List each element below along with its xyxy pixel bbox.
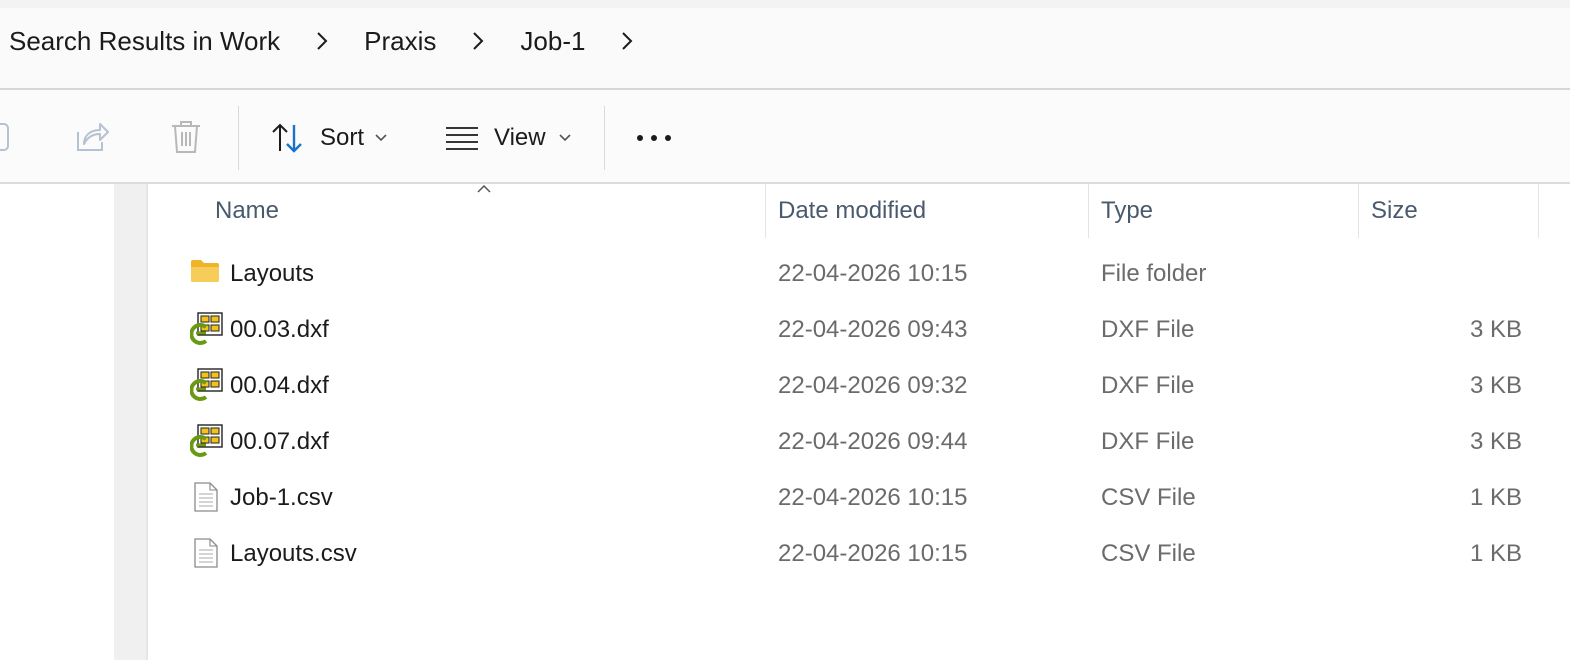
folder-icon (190, 258, 220, 291)
sort-button[interactable]: Sort (270, 112, 388, 164)
file-size: 1 KB (1469, 484, 1522, 511)
chevron-right-icon[interactable] (585, 30, 669, 52)
table-row[interactable]: Layouts 22-04-2026 10:15 File folder (148, 246, 1570, 302)
file-size: 3 KB (1469, 428, 1522, 455)
view-icon (444, 124, 480, 152)
table-row[interactable]: Layouts.csv 22-04-2026 10:15 CSV File 1 … (148, 526, 1570, 582)
chevron-down-icon (374, 133, 388, 143)
column-header-name[interactable]: Name (215, 184, 279, 238)
more-icon (632, 132, 676, 144)
file-name: Layouts (230, 260, 315, 287)
toolbar-separator (238, 106, 239, 170)
file-date: 22-04-2026 10:15 (778, 484, 968, 511)
table-row[interactable]: 00.03.dxf 22-04-2026 09:43 DXF File 3 KB (148, 302, 1570, 358)
file-type: DXF File (1101, 316, 1195, 343)
column-resize-handle[interactable] (1538, 184, 1539, 238)
column-header-date[interactable]: Date modified (778, 184, 926, 238)
view-label: View (494, 124, 546, 151)
breadcrumb-item-search-results[interactable]: Search Results in Work (0, 26, 280, 57)
table-row[interactable]: 00.04.dxf 22-04-2026 09:32 DXF File 3 KB (148, 358, 1570, 414)
file-date: 22-04-2026 10:15 (778, 540, 968, 567)
file-date: 22-04-2026 09:43 (778, 316, 968, 343)
file-type: DXF File (1101, 372, 1195, 399)
breadcrumb-item-praxis[interactable]: Praxis (364, 26, 436, 57)
breadcrumb-item-job-1[interactable]: Job-1 (520, 26, 585, 57)
file-name: Layouts.csv (230, 540, 357, 567)
command-bar (0, 90, 1570, 182)
toolbar-separator (604, 106, 605, 170)
file-name: 00.07.dxf (230, 428, 329, 455)
file-type: DXF File (1101, 428, 1195, 455)
sort-icon (270, 121, 306, 155)
column-resize-handle[interactable] (765, 184, 766, 238)
window-top-strip (0, 0, 1570, 8)
csv-file-icon (194, 482, 218, 519)
chevron-right-icon[interactable] (436, 30, 520, 52)
file-name: Job-1.csv (230, 484, 333, 511)
dxf-file-icon (189, 423, 224, 466)
file-size: 1 KB (1469, 540, 1522, 567)
file-type: CSV File (1101, 484, 1196, 511)
file-name: 00.04.dxf (230, 372, 329, 399)
dxf-file-icon (189, 311, 224, 354)
file-size: 3 KB (1469, 316, 1522, 343)
view-button[interactable]: View (444, 112, 572, 164)
file-date: 22-04-2026 10:15 (778, 260, 968, 287)
table-row[interactable]: Job-1.csv 22-04-2026 10:15 CSV File 1 KB (148, 470, 1570, 526)
file-type: File folder (1101, 260, 1207, 287)
csv-file-icon (194, 538, 218, 575)
file-size: 3 KB (1469, 372, 1522, 399)
delete-icon[interactable] (168, 118, 204, 161)
chevron-down-icon (558, 133, 572, 143)
more-options-button[interactable] (632, 112, 676, 164)
column-header-size[interactable]: Size (1371, 184, 1418, 238)
file-date: 22-04-2026 09:44 (778, 428, 968, 455)
file-type: CSV File (1101, 540, 1196, 567)
breadcrumb: Search Results in Work Praxis Job-1 (0, 8, 1570, 74)
sort-label: Sort (320, 124, 365, 151)
column-header: Name Date modified Type Size (148, 184, 1570, 238)
breadcrumb-spacer (0, 74, 1570, 88)
column-header-type[interactable]: Type (1101, 184, 1153, 238)
chevron-right-icon[interactable] (280, 30, 364, 52)
table-row[interactable]: 00.07.dxf 22-04-2026 09:44 DXF File 3 KB (148, 414, 1570, 470)
dxf-file-icon (189, 367, 224, 410)
file-date: 22-04-2026 09:32 (778, 372, 968, 399)
copy-icon[interactable] (0, 118, 14, 163)
column-resize-handle[interactable] (1088, 184, 1089, 238)
nav-scrollbar[interactable] (114, 184, 146, 660)
file-name: 00.03.dxf (230, 316, 329, 343)
column-resize-handle[interactable] (1358, 184, 1359, 238)
share-icon[interactable] (72, 118, 110, 161)
navigation-pane (0, 184, 114, 660)
